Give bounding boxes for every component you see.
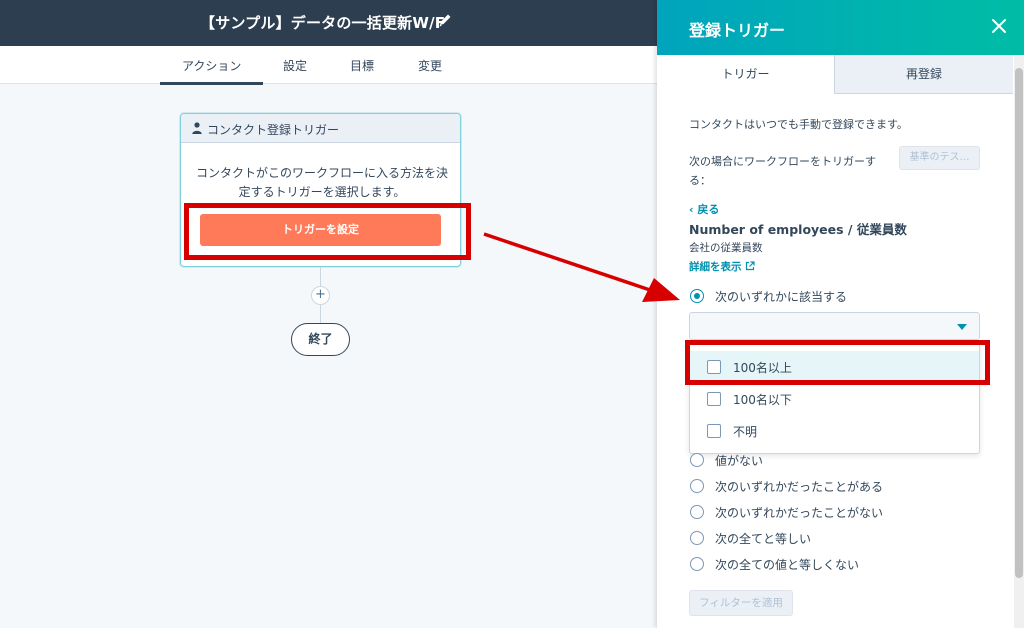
back-link[interactable]: ‹ 戻る	[689, 201, 719, 217]
radio-not-equal-to-all[interactable]	[690, 557, 704, 571]
radio-label: 次のいずれかだったことがない	[715, 506, 884, 520]
trigger-card-description: コンタクトがこのワークフローに入る方法を決定するトリガーを選択します。	[195, 166, 448, 199]
end-node: 終了	[291, 323, 350, 356]
option-label: 不明	[733, 425, 758, 439]
option-label: 100名以下	[733, 393, 792, 407]
show-details-link[interactable]: 詳細を表示	[689, 259, 755, 274]
panel-header: 登録トリガー	[657, 0, 1024, 55]
close-icon[interactable]	[991, 18, 1007, 34]
trigger-when-label: 次の場合にワークフローをトリガーす	[689, 155, 876, 168]
checkbox[interactable]	[707, 424, 721, 438]
tab-goals[interactable]: 目標	[350, 57, 374, 74]
trigger-when-label-cont: る：	[689, 174, 711, 187]
apply-filter-button[interactable]: フィルターを適用	[689, 590, 793, 616]
radio-label: 次の全てと等しい	[715, 532, 812, 546]
tab-reenroll[interactable]: 再登録	[835, 55, 1013, 94]
dropdown-option[interactable]: 100名以上	[690, 351, 979, 383]
trigger-card-header: コンタクト登録トリガー	[181, 114, 460, 143]
contact-person-icon	[192, 122, 202, 134]
dropdown-option[interactable]: 100名以下	[690, 383, 979, 415]
set-trigger-button[interactable]: トリガーを設定	[200, 214, 441, 246]
property-description: 会社の従業員数	[689, 242, 763, 254]
checkbox[interactable]	[707, 392, 721, 406]
dropdown-option[interactable]: 不明	[690, 415, 979, 447]
values-dropdown[interactable]	[689, 312, 980, 340]
radio-label: 次のいずれかだったことがある	[715, 480, 884, 494]
trigger-card[interactable]: コンタクト登録トリガー コンタクトがこのワークフローに入る方法を決定するトリガー…	[180, 113, 461, 267]
connector-line	[320, 305, 321, 323]
show-details-label: 詳細を表示	[689, 261, 742, 273]
radio-has-never-been[interactable]	[690, 505, 704, 519]
checkbox[interactable]	[707, 360, 721, 374]
panel-title: 登録トリガー	[689, 21, 786, 40]
radio-label: 次の全ての値と等しくない	[715, 558, 860, 572]
test-criteria-button[interactable]: 基準のテス…	[899, 146, 980, 170]
tab-actions[interactable]: アクション	[159, 57, 264, 85]
option-label: 100名以上	[733, 361, 792, 375]
scrollbar-thumb[interactable]	[1015, 68, 1023, 578]
radio-label: 値がない	[715, 454, 764, 468]
manual-enroll-note: コンタクトはいつでも手動で登録できます。	[689, 118, 908, 131]
tab-settings[interactable]: 設定	[283, 57, 307, 74]
pencil-icon[interactable]	[438, 12, 452, 28]
tab-trigger[interactable]: トリガー	[657, 55, 835, 94]
external-link-icon	[745, 261, 755, 271]
property-name: Number of employees / 従業員数	[689, 222, 907, 237]
radio-label-is-any-of: 次のいずれかに該当する	[715, 290, 848, 304]
tab-changes[interactable]: 変更	[418, 57, 442, 74]
connector-line	[320, 267, 321, 286]
radio-is-unknown[interactable]	[690, 453, 704, 467]
workflow-title[interactable]: 【サンプル】データの一括更新W/F	[200, 12, 445, 33]
radio-is-equal-to-all[interactable]	[690, 531, 704, 545]
enrollment-trigger-panel: 登録トリガー トリガー 再登録 コンタクトはいつでも手動で登録できます。 次の場…	[657, 0, 1024, 628]
workflow-header: 【サンプル】データの一括更新W/F	[0, 0, 660, 46]
radio-has-ever-been[interactable]	[690, 479, 704, 493]
workflow-tabs: アクション 設定 目標 変更	[0, 46, 660, 85]
dropdown-menu: 100名以上 100名以下 不明	[689, 342, 980, 454]
panel-tabs: トリガー 再登録	[657, 55, 1013, 94]
add-action-button[interactable]: +	[311, 286, 330, 305]
radio-is-any-of[interactable]	[690, 289, 704, 303]
caret-down-icon	[957, 324, 967, 330]
trigger-card-title: コンタクト登録トリガー	[207, 123, 340, 137]
